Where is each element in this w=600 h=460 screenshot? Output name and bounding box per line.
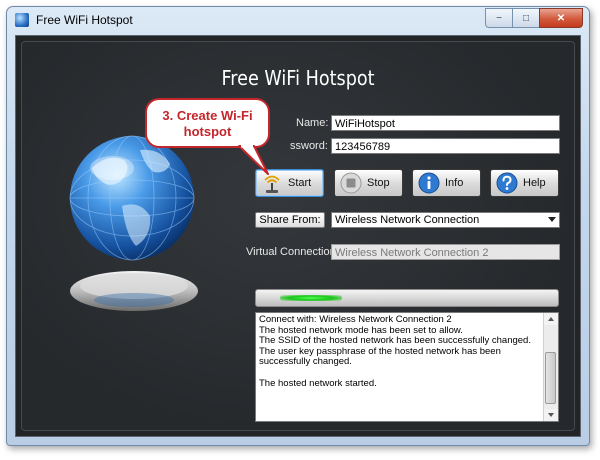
help-label: Help [523,177,546,189]
start-label: Start [288,177,312,189]
minimize-button[interactable]: − [485,8,512,28]
log-scrollbar[interactable] [543,313,558,421]
stop-button[interactable]: Stop [334,169,403,197]
info-icon [418,172,440,194]
share-from-button[interactable]: Share From: [255,212,325,228]
chevron-down-icon[interactable] [548,217,556,222]
callout-pointer [238,145,269,175]
scroll-up-arrow-icon[interactable] [544,313,558,325]
info-button[interactable]: Info [412,169,481,197]
close-button[interactable]: ✕ [539,8,583,28]
maximize-button[interactable]: □ [512,8,539,28]
name-input[interactable]: WiFiHotspot [331,115,560,131]
scroll-down-arrow-icon[interactable] [544,409,558,421]
help-icon [496,172,518,194]
callout-line1: 3. Create Wi-Fi [162,108,253,123]
log-output[interactable]: Connect with: Wireless Network Connectio… [255,312,559,422]
stop-label: Stop [367,177,390,189]
password-label: ssword: [290,140,328,152]
progress-glow [280,295,342,301]
status-progress-bar [255,289,559,307]
virtual-connection-label: Virtual Connection: [246,246,339,258]
help-button[interactable]: Help [490,169,559,197]
stop-icon [340,172,362,194]
title-bar[interactable]: Free WiFi Hotspot − □ ✕ [7,7,589,33]
virtual-connection-field: Wireless Network Connection 2 [331,244,560,260]
share-from-select[interactable]: Wireless Network Connection [331,212,560,228]
password-input[interactable]: 123456789 [331,138,560,154]
log-text: Connect with: Wireless Network Connectio… [259,314,531,389]
share-from-value: Wireless Network Connection [335,214,480,226]
info-label: Info [445,177,464,189]
step-callout: 3. Create Wi-Fi hotspot [145,98,270,148]
callout-line2: hotspot [183,124,232,139]
client-area: Free WiFi Hotspot 3. Create Wi-Fi hotspo… [15,35,581,437]
globe-logo [69,135,198,311]
app-globe-icon [15,13,29,27]
app-heading: Free WiFi Hotspot [221,66,375,90]
window-title: Free WiFi Hotspot [36,13,133,27]
caption-buttons: − □ ✕ [485,8,583,28]
scroll-thumb[interactable] [545,352,556,404]
app-window: Free WiFi Hotspot − □ ✕ Free WiFi Hotspo… [6,6,590,446]
name-label: Name: [296,117,329,129]
